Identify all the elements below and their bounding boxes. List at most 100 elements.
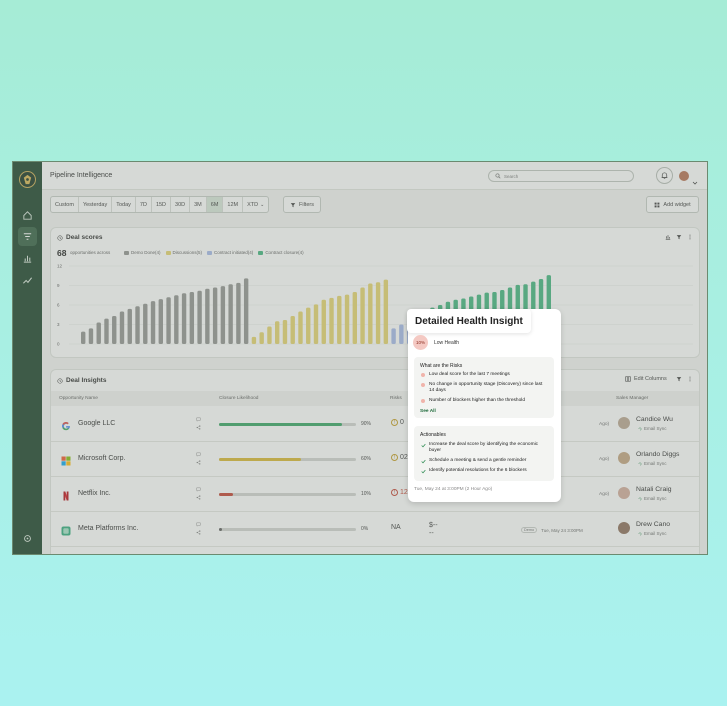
bar-series-1-15[interactable]	[368, 283, 373, 344]
comment-icon[interactable]	[196, 417, 201, 422]
opportunity-name[interactable]: Google LLC	[78, 420, 115, 427]
bar-series-0-5[interactable]	[119, 311, 125, 345]
home-icon[interactable]	[18, 206, 37, 225]
bar-series-2-0[interactable]	[391, 328, 396, 344]
bar-series-1-14[interactable]	[360, 287, 365, 344]
range-7d-button[interactable]: 7D	[136, 197, 152, 212]
column-closure-likelihood[interactable]: Closure Likelihood	[219, 396, 258, 401]
filter-icon[interactable]	[18, 227, 37, 246]
range-12m-button[interactable]: 12M	[223, 197, 244, 212]
comment-icon[interactable]	[196, 452, 201, 457]
bar-series-0-13[interactable]	[181, 293, 187, 344]
bar-series-0-4[interactable]	[112, 316, 117, 344]
bar-series-0-14[interactable]	[189, 292, 195, 344]
bar-series-0-3[interactable]	[104, 318, 109, 344]
see-all-link[interactable]: See All	[420, 409, 436, 414]
manager-name[interactable]: Natali Craig	[636, 486, 672, 493]
bar-series-0-0[interactable]	[81, 331, 86, 344]
bar-series-0-1[interactable]	[88, 328, 94, 344]
bar-series-0-17[interactable]	[212, 287, 218, 344]
bar-series-0-10[interactable]	[158, 299, 163, 344]
manager-name[interactable]: Candice Wu	[636, 416, 673, 423]
google-logo-icon	[61, 418, 71, 431]
bar-series-0-7[interactable]	[135, 306, 140, 344]
range-3m-button[interactable]: 3M	[190, 197, 207, 212]
bar-series-1-7[interactable]	[306, 307, 311, 344]
table-row[interactable]: Meta Platforms Inc. 0% NA $-- -- Demo Tue, May…	[51, 512, 699, 547]
bar-series-1-17[interactable]	[383, 279, 389, 344]
range-15d-button[interactable]: 15D	[152, 197, 172, 212]
bar-series-1-9[interactable]	[321, 299, 326, 344]
opportunity-name[interactable]: Netflix Inc.	[78, 490, 111, 497]
range-xtd-button[interactable]: XTD ⌄	[243, 197, 268, 212]
chevron-down-icon[interactable]	[692, 173, 698, 191]
share-icon[interactable]	[196, 495, 201, 500]
bar-series-0-16[interactable]	[205, 288, 210, 344]
manager-name[interactable]: Drew Cano	[636, 521, 670, 528]
funnel-icon[interactable]	[676, 234, 682, 240]
filters-button[interactable]: Filters	[283, 196, 321, 213]
opportunity-name[interactable]: Meta Platforms Inc.	[78, 525, 138, 532]
more-options-icon[interactable]	[687, 234, 693, 240]
notifications-bell-icon[interactable]	[656, 167, 673, 184]
add-widget-button[interactable]: Add widget	[646, 196, 699, 213]
bar-series-1-3[interactable]	[275, 321, 280, 344]
bar-series-1-4[interactable]	[282, 319, 288, 344]
risk-count[interactable]: ! 02	[391, 454, 408, 461]
share-icon[interactable]	[196, 530, 201, 535]
comment-icon[interactable]	[196, 522, 201, 527]
user-avatar[interactable]	[679, 171, 689, 181]
settings-icon[interactable]	[18, 529, 37, 548]
bar-series-0-11[interactable]	[166, 297, 171, 344]
bar-series-2-1[interactable]	[399, 324, 404, 345]
bar-series-0-21[interactable]	[243, 278, 249, 344]
search-input[interactable]	[504, 173, 614, 179]
range-custom-button[interactable]: Custom	[51, 197, 79, 212]
range-yesterday-button[interactable]: Yesterday	[79, 197, 113, 212]
bar-series-1-6[interactable]	[298, 311, 303, 345]
add-widget-label: Add widget	[663, 201, 691, 208]
chart-icon[interactable]	[18, 249, 37, 268]
closure-likelihood-fill	[219, 528, 222, 531]
share-icon[interactable]	[196, 425, 201, 430]
bar-series-1-13[interactable]	[352, 292, 357, 344]
risk-count[interactable]: NA	[391, 524, 401, 531]
bar-series-0-6[interactable]	[127, 308, 132, 344]
range-6m-button[interactable]: 6M	[206, 197, 224, 212]
bar-series-0-15[interactable]	[197, 290, 202, 344]
risk-count[interactable]: ! 12	[391, 489, 408, 496]
bar-series-1-0[interactable]	[251, 336, 257, 344]
comment-icon[interactable]	[196, 487, 201, 492]
search-box[interactable]	[488, 170, 634, 182]
column-sales-manager[interactable]: Sales Manager	[616, 396, 648, 401]
bar-series-0-12[interactable]	[174, 295, 179, 344]
range-30d-button[interactable]: 30D	[171, 197, 191, 212]
share-icon[interactable]	[196, 460, 201, 465]
bar-series-0-8[interactable]	[143, 303, 148, 344]
more-options-icon[interactable]	[687, 376, 693, 382]
bar-series-0-19[interactable]	[228, 284, 233, 344]
manager-name[interactable]: Orlando Diggs	[636, 451, 679, 458]
bar-series-1-12[interactable]	[344, 294, 350, 344]
range-today-button[interactable]: Today	[112, 197, 136, 212]
bar-series-0-18[interactable]	[220, 286, 226, 344]
opportunity-name[interactable]: Microsoft Corp.	[78, 455, 125, 462]
bar-series-0-9[interactable]	[150, 301, 156, 344]
bar-chart-icon[interactable]	[665, 234, 671, 240]
bar-series-1-8[interactable]	[313, 304, 319, 344]
bar-series-0-20[interactable]	[236, 282, 241, 344]
bar-series-1-10[interactable]	[329, 297, 334, 344]
bar-series-1-5[interactable]	[290, 316, 295, 344]
bar-series-1-2[interactable]	[267, 326, 272, 344]
bar-series-1-16[interactable]	[375, 282, 381, 344]
bar-series-0-2[interactable]	[96, 322, 101, 344]
brand-logo[interactable]	[19, 171, 36, 188]
trend-icon[interactable]	[18, 271, 37, 290]
edit-columns-button[interactable]: Edit Columns	[625, 376, 667, 382]
column-opportunity-name[interactable]: Opportunity Name	[59, 396, 98, 401]
column-risks[interactable]: Risks	[390, 396, 402, 401]
funnel-icon[interactable]	[676, 376, 682, 382]
risk-count[interactable]: ! 0	[391, 419, 404, 426]
bar-series-1-11[interactable]	[337, 295, 342, 344]
bar-series-1-1[interactable]	[259, 332, 264, 344]
